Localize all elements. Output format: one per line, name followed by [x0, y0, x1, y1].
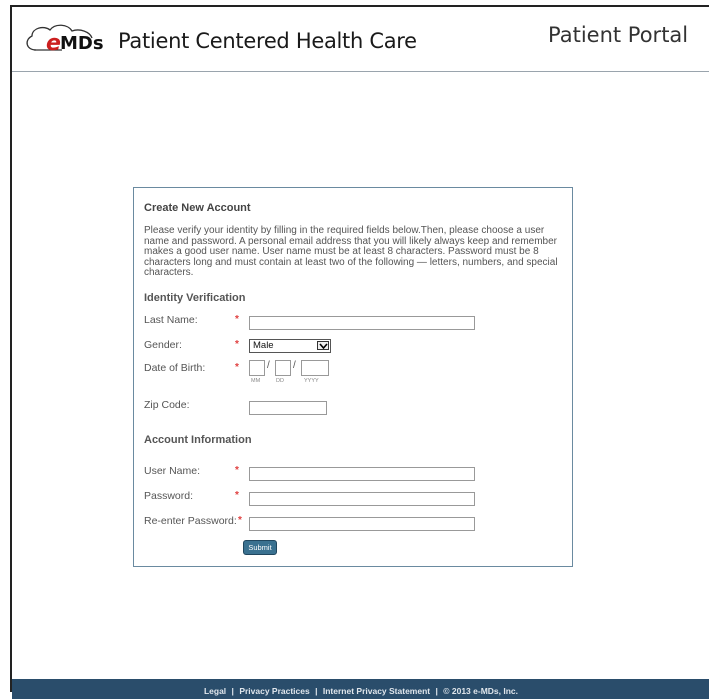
dob-year-hint: YYYY	[304, 378, 319, 384]
chevron-down-icon[interactable]	[317, 341, 329, 350]
dob-month-input[interactable]	[249, 360, 265, 376]
dob-month-hint: MM	[251, 378, 261, 384]
dob-year-input[interactable]	[301, 360, 329, 376]
header: e MDs Patient Centered Health Care Patie…	[12, 7, 709, 72]
gender-selected-value: Male	[253, 340, 274, 351]
password-input[interactable]	[249, 492, 475, 506]
zip-code-input[interactable]	[249, 401, 327, 415]
footer: Legal | Privacy Practices | Internet Pri…	[12, 679, 709, 699]
page-frame: e MDs Patient Centered Health Care Patie…	[10, 5, 709, 699]
footer-separator: |	[315, 686, 318, 696]
form-title: Create New Account	[144, 202, 251, 214]
required-mark: *	[235, 465, 239, 476]
footer-link-privacy-practices[interactable]: Privacy Practices	[239, 686, 309, 696]
password-confirm-label: Re-enter Password:	[144, 515, 237, 527]
username-input[interactable]	[249, 467, 475, 481]
footer-copyright: © 2013 e-MDs, Inc.	[443, 686, 519, 696]
create-account-panel: Create New Account Please verify your id…	[133, 187, 573, 567]
required-mark: *	[235, 339, 239, 350]
username-label: User Name:	[144, 465, 201, 477]
dob-day-hint: DD	[276, 378, 284, 384]
required-mark: *	[235, 314, 239, 325]
portal-title: Patient Portal	[548, 23, 689, 47]
date-separator: /	[267, 360, 270, 371]
zip-label: Zip Code:	[144, 399, 190, 411]
required-mark: *	[235, 490, 239, 501]
emds-logo: e MDs	[22, 20, 122, 60]
password-label: Password:	[144, 490, 194, 502]
footer-link-internet-privacy[interactable]: Internet Privacy Statement	[323, 686, 430, 696]
svg-text:e: e	[46, 31, 61, 56]
identity-section-title: Identity Verification	[144, 292, 246, 304]
dob-day-input[interactable]	[275, 360, 291, 376]
footer-link-legal[interactable]: Legal	[204, 686, 226, 696]
required-mark: *	[235, 362, 239, 373]
password-confirm-input[interactable]	[249, 517, 475, 531]
footer-separator: |	[435, 686, 438, 696]
brand-tagline: Patient Centered Health Care	[118, 29, 417, 53]
last-name-input[interactable]	[249, 316, 475, 330]
svg-text:MDs: MDs	[60, 33, 104, 54]
footer-separator: |	[231, 686, 234, 696]
submit-button[interactable]: Submit	[243, 540, 277, 555]
footer-links: Legal | Privacy Practices | Internet Pri…	[12, 686, 709, 696]
date-separator: /	[293, 360, 296, 371]
account-section-title: Account Information	[144, 434, 252, 446]
gender-label: Gender:	[144, 339, 182, 351]
dob-label: Date of Birth:	[144, 362, 206, 374]
required-mark: *	[238, 515, 242, 526]
form-intro: Please verify your identity by filling i…	[144, 225, 558, 278]
gender-select[interactable]: Male	[249, 339, 331, 353]
last-name-label: Last Name:	[144, 314, 198, 326]
